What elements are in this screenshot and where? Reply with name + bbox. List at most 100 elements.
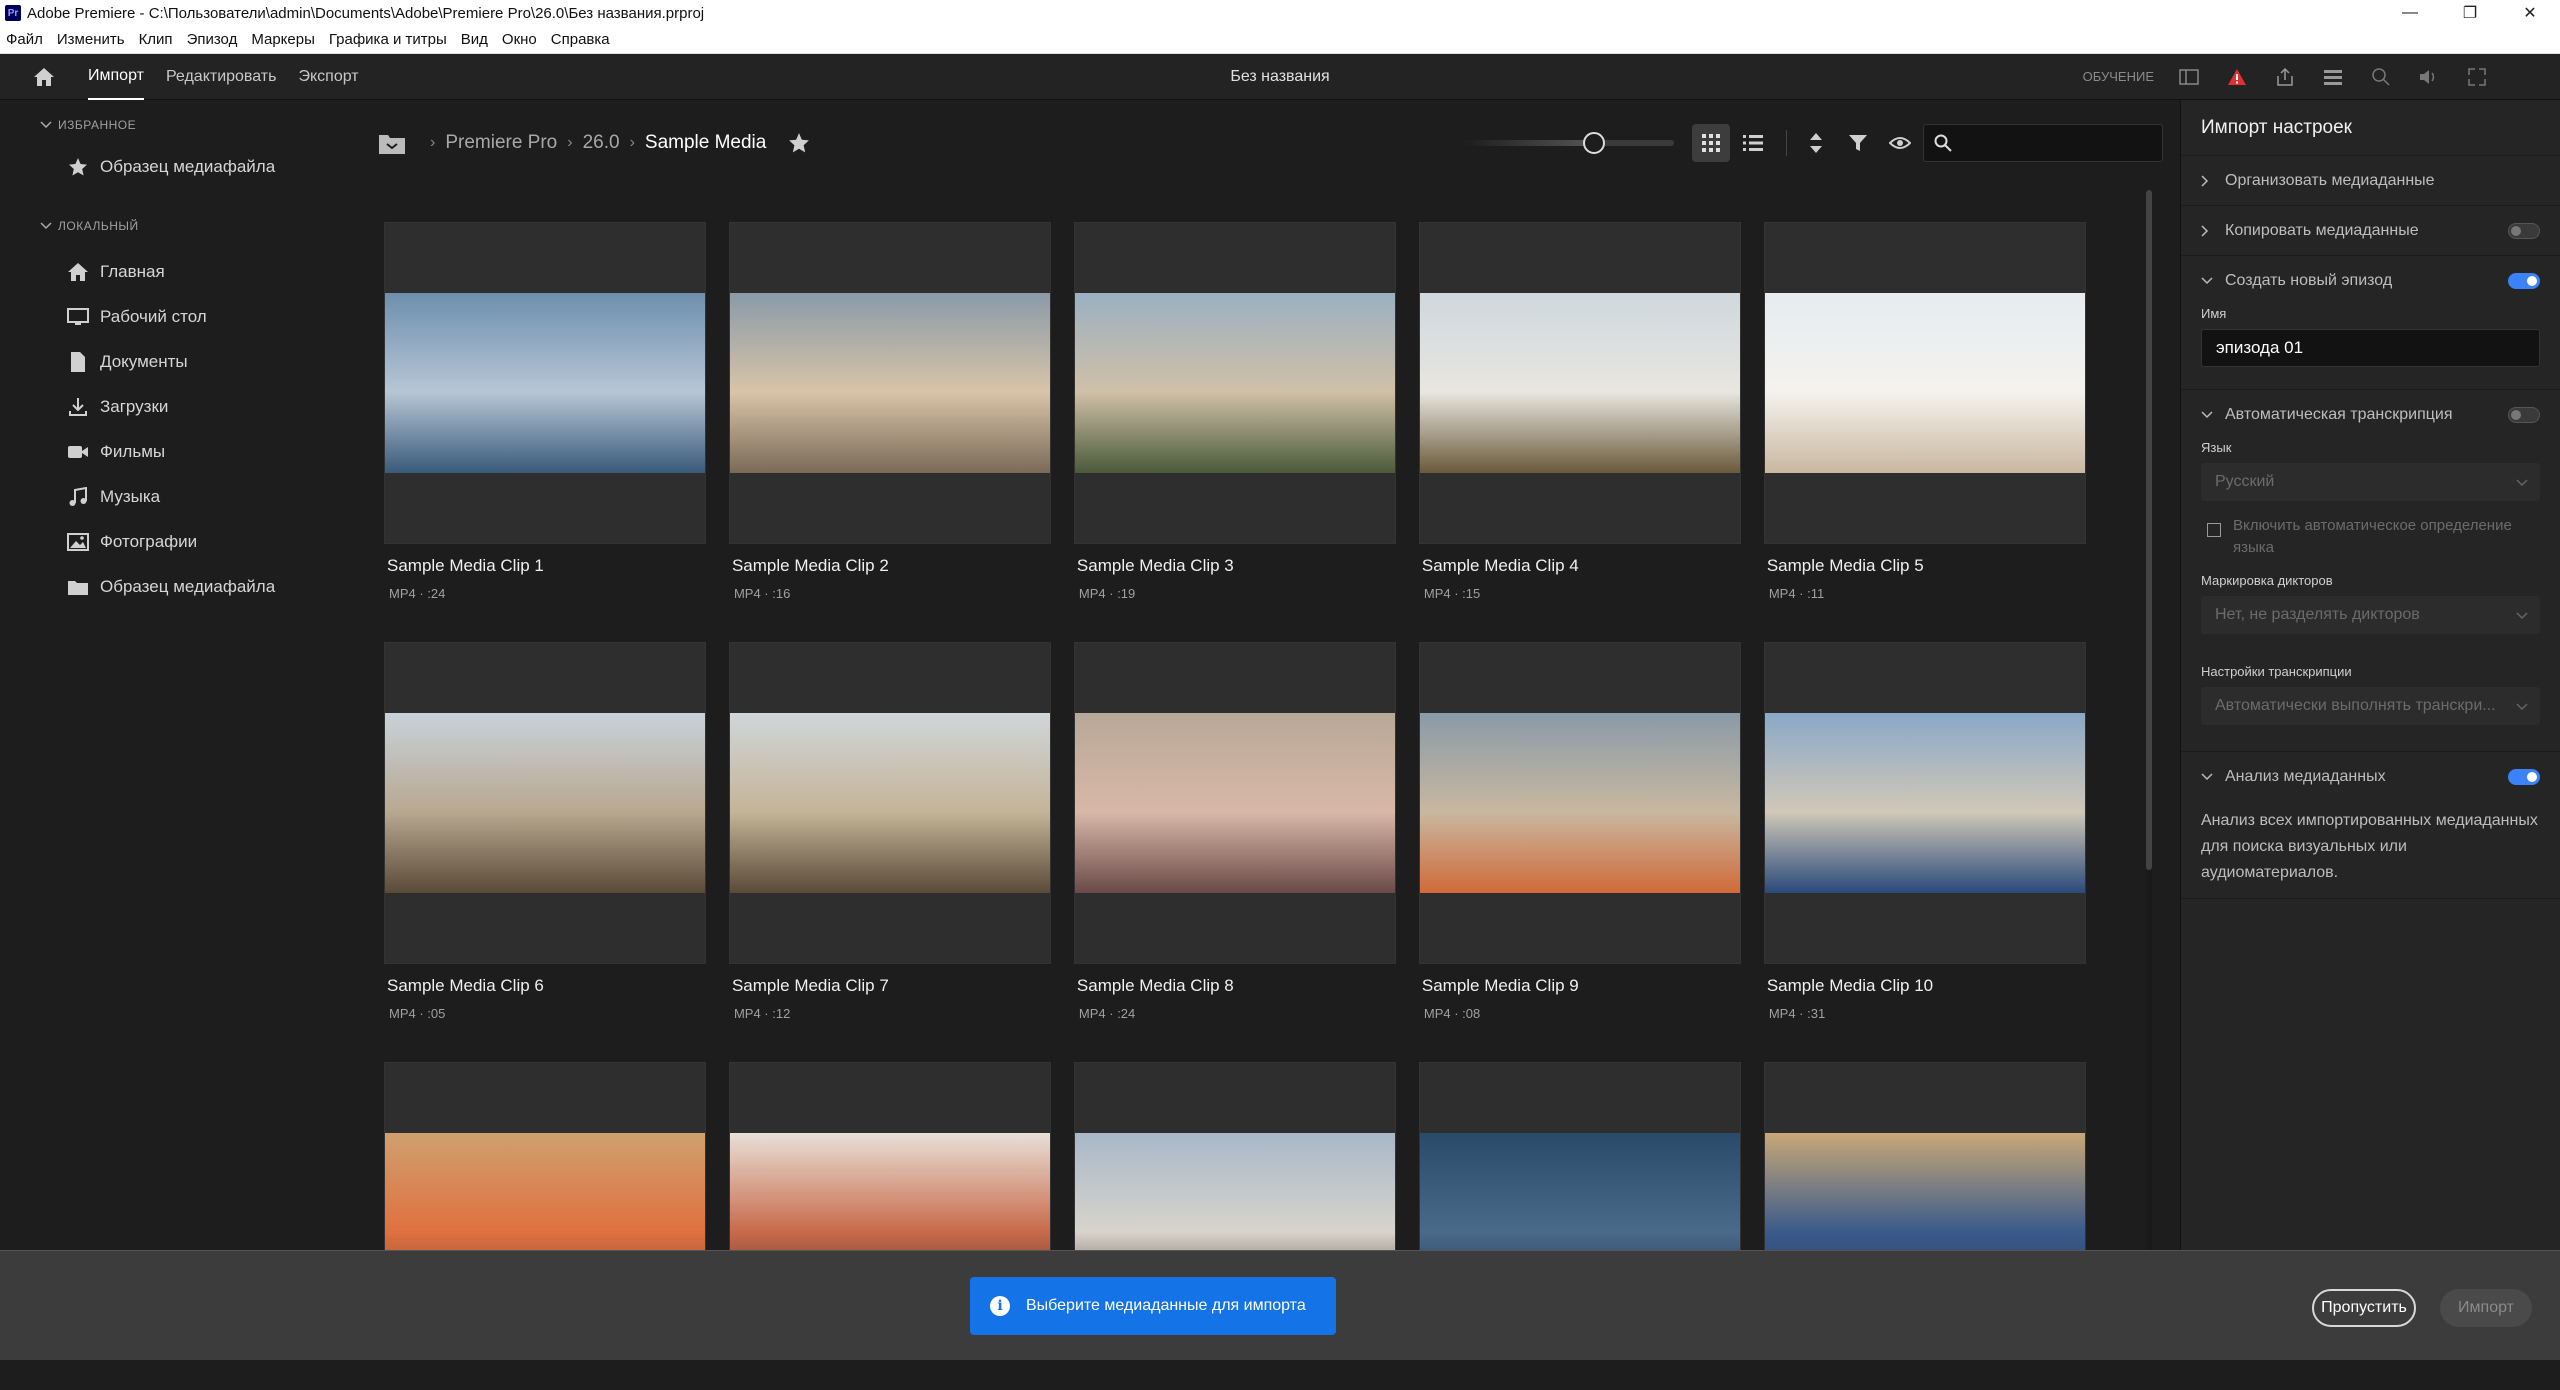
clip-card[interactable] — [728, 1062, 1051, 1250]
clip-card[interactable]: Sample Media Clip 2 MP4 · :16 — [728, 222, 1051, 601]
menu-edit[interactable]: Изменить — [57, 31, 125, 48]
search-media-icon[interactable] — [2368, 64, 2394, 90]
learn-button[interactable]: ОБУЧЕНИЕ — [2083, 69, 2154, 84]
clip-card[interactable] — [384, 1062, 706, 1250]
breadcrumb-version[interactable]: 26.0 — [583, 132, 620, 154]
sidebar-item-home[interactable]: Главная — [0, 249, 344, 294]
search-input[interactable] — [1923, 124, 2163, 162]
sidebar-item-movies[interactable]: Фильмы — [0, 429, 344, 474]
language-select[interactable]: Русский — [2201, 463, 2540, 501]
clip-card[interactable] — [1763, 1062, 2086, 1250]
clip-card[interactable]: Sample Media Clip 7 MP4 · :12 — [728, 642, 1051, 1021]
sidebar-item-photos[interactable]: Фотографии — [0, 519, 344, 564]
clip-thumbnail[interactable] — [728, 222, 1051, 544]
slider-knob[interactable] — [1583, 132, 1606, 154]
thumbnail-size-slider[interactable] — [1464, 132, 1674, 154]
transcription-settings-label: Настройки транскрипции — [2201, 664, 2352, 679]
sidebar-item-documents[interactable]: Документы — [0, 339, 344, 384]
grid-scrollbar[interactable] — [2146, 190, 2152, 1250]
clip-card[interactable]: Sample Media Clip 5 MP4 · :11 — [1763, 222, 2086, 601]
checkbox-box[interactable] — [2207, 523, 2221, 537]
list-view-button[interactable] — [1734, 124, 1772, 162]
tab-export[interactable]: Экспорт — [298, 54, 358, 100]
volume-icon[interactable] — [2416, 64, 2442, 90]
clip-card[interactable]: Sample Media Clip 8 MP4 · :24 — [1073, 642, 1396, 1021]
clip-card[interactable]: Sample Media Clip 9 MP4 · :08 — [1418, 642, 1741, 1021]
tab-edit[interactable]: Редактировать — [166, 54, 277, 100]
clip-thumbnail[interactable] — [1073, 642, 1396, 964]
organize-media-row[interactable]: Организовать медиаданные — [2181, 156, 2560, 206]
queue-icon[interactable] — [2320, 64, 2346, 90]
sort-button[interactable] — [1797, 124, 1835, 162]
sidebar-item-sample-media-folder[interactable]: Образец медиафайла — [0, 564, 344, 609]
preview-button[interactable] — [1881, 124, 1919, 162]
maximize-button[interactable]: ❐ — [2440, 0, 2500, 26]
favorites-section-header[interactable]: ИЗБРАННОЕ — [0, 112, 344, 138]
panel-layout-icon[interactable] — [2176, 64, 2202, 90]
minimize-button[interactable]: — — [2380, 0, 2440, 26]
breadcrumb-current: Sample Media — [644, 132, 767, 153]
close-button[interactable]: ✕ — [2500, 0, 2560, 26]
menu-markers[interactable]: Маркеры — [251, 31, 315, 48]
clip-thumbnail[interactable] — [728, 642, 1051, 964]
clip-thumbnail[interactable] — [1073, 222, 1396, 544]
media-analysis-row[interactable]: Анализ медиаданных — [2181, 752, 2560, 802]
sidebar-item-downloads[interactable]: Загрузки — [0, 384, 344, 429]
sequence-name-input[interactable]: эпизода 01 — [2201, 329, 2540, 367]
clip-thumbnail[interactable] — [728, 1062, 1051, 1250]
clip-thumbnail[interactable] — [1418, 222, 1741, 544]
local-section-header[interactable]: ЛОКАЛЬНЫЙ — [0, 213, 344, 239]
clip-card[interactable]: Sample Media Clip 4 MP4 · :15 — [1418, 222, 1741, 601]
transcription-settings-select[interactable]: Автоматически выполнять транскри... — [2201, 687, 2540, 725]
clip-thumbnail[interactable] — [1763, 642, 2086, 964]
menu-window[interactable]: Окно — [502, 31, 537, 48]
folder-browse-icon[interactable] — [378, 131, 406, 155]
menu-graphics[interactable]: Графика и титры — [329, 31, 447, 48]
filter-button[interactable] — [1839, 124, 1877, 162]
sidebar-item-music[interactable]: Музыка — [0, 474, 344, 519]
clip-thumbnail[interactable] — [1073, 1062, 1396, 1250]
clip-thumbnail[interactable] — [1763, 222, 2086, 544]
scrollbar-thumb[interactable] — [2146, 190, 2152, 870]
grid-view-button[interactable] — [1692, 124, 1730, 162]
fullscreen-icon[interactable] — [2464, 64, 2490, 90]
favorite-star-icon[interactable] — [788, 132, 810, 154]
clip-thumbnail[interactable] — [1418, 1062, 1741, 1250]
tab-import[interactable]: Импорт — [88, 54, 144, 100]
import-button[interactable]: Импорт — [2440, 1289, 2532, 1327]
home-icon — [34, 67, 54, 86]
clip-meta: MP4 · :08 — [1423, 1006, 1481, 1021]
new-sequence-row[interactable]: Создать новый эпизод — [2181, 256, 2560, 306]
sidebar-item-desktop[interactable]: Рабочий стол — [0, 294, 344, 339]
home-button[interactable] — [22, 55, 66, 99]
clip-card[interactable] — [1418, 1062, 1741, 1250]
share-icon[interactable] — [2272, 64, 2298, 90]
menu-file[interactable]: Файл — [6, 31, 43, 48]
menu-sequence[interactable]: Эпизод — [187, 31, 238, 48]
transcription-row[interactable]: Автоматическая транскрипция — [2181, 390, 2560, 440]
media-analysis-toggle[interactable] — [2508, 769, 2540, 785]
auto-detect-language-checkbox[interactable]: Включить автоматическое определение язык… — [2201, 515, 2540, 559]
copy-media-row[interactable]: Копировать медиаданные — [2181, 206, 2560, 256]
skip-button[interactable]: Пропустить — [2312, 1289, 2416, 1327]
menu-help[interactable]: Справка — [551, 31, 610, 48]
new-sequence-toggle[interactable] — [2508, 273, 2540, 289]
clip-card[interactable]: Sample Media Clip 10 MP4 · :31 — [1763, 642, 2086, 1021]
warning-icon[interactable] — [2224, 64, 2250, 90]
clip-thumbnail[interactable] — [1763, 1062, 2086, 1250]
clip-thumbnail[interactable] — [384, 1062, 706, 1250]
transcription-toggle[interactable] — [2508, 407, 2540, 423]
clip-card[interactable]: Sample Media Clip 3 MP4 · :19 — [1073, 222, 1396, 601]
clip-thumbnail[interactable] — [384, 222, 706, 544]
menu-clip[interactable]: Клип — [139, 31, 173, 48]
clip-thumbnail[interactable] — [1418, 642, 1741, 964]
clip-card[interactable] — [1073, 1062, 1396, 1250]
menu-view[interactable]: Вид — [461, 31, 488, 48]
clip-card[interactable]: Sample Media Clip 1 MP4 · :24 — [384, 222, 706, 601]
breadcrumb-premiere-pro[interactable]: Premiere Pro — [445, 132, 557, 154]
sidebar-item-sample-media-favorite[interactable]: Образец медиафайла — [0, 144, 344, 189]
clip-thumbnail[interactable] — [384, 642, 706, 964]
clip-card[interactable]: Sample Media Clip 6 MP4 · :05 — [384, 642, 706, 1021]
copy-media-toggle[interactable] — [2508, 222, 2540, 239]
speaker-select[interactable]: Нет, не разделять дикторов — [2201, 596, 2540, 634]
